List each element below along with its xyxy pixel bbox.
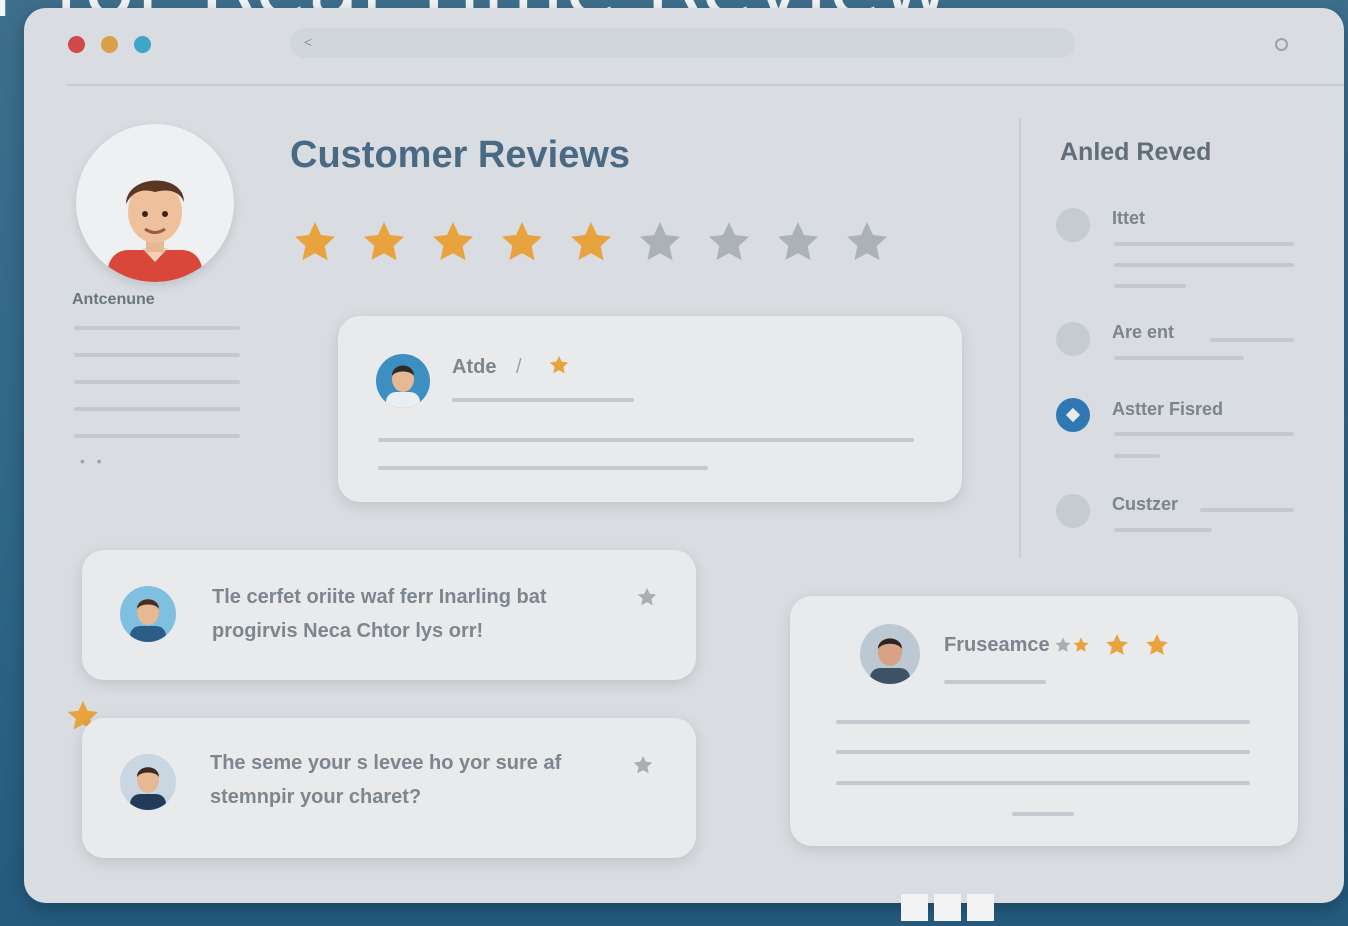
window-controls <box>68 36 151 53</box>
name-separator: / <box>516 356 522 378</box>
star-icon <box>1146 634 1168 655</box>
review-card-1[interactable]: Tle cerfet oriite waf ferr Inarling bat … <box>82 550 696 680</box>
star-empty-icon[interactable] <box>842 218 892 266</box>
review-card-top[interactable]: Atde / <box>338 316 962 502</box>
card-line <box>836 781 1250 785</box>
reviewer-name: Fruseamce <box>944 634 1050 656</box>
star-icon[interactable] <box>632 754 654 776</box>
review-card-2[interactable]: The seme your s levee ho yor sure af ste… <box>82 718 696 858</box>
sidebar-line <box>1114 454 1160 458</box>
profile-line-4 <box>74 407 240 411</box>
star-filled-icon[interactable] <box>428 218 478 266</box>
logo-mark-icon <box>967 894 994 921</box>
reviewer-name: Atde <box>452 356 497 378</box>
star-filled-icon[interactable] <box>497 218 547 266</box>
card-line <box>378 438 914 442</box>
card-line <box>378 466 708 470</box>
sidebar-item-label: Astter Fisred <box>1112 399 1224 419</box>
star-icon[interactable] <box>636 586 658 608</box>
review-text: The seme your s levee ho yor sure af ste… <box>210 752 562 808</box>
star-icon <box>1106 634 1128 655</box>
sidebar-item-label: Custzer <box>1112 494 1179 514</box>
star-icon <box>1073 637 1089 652</box>
browser-window: < Antcenune • • Customer Reviews Atde / … <box>24 8 1344 903</box>
sidebar-line <box>1114 284 1186 288</box>
star-filled-icon[interactable] <box>566 218 616 266</box>
person-icon <box>386 365 420 408</box>
sidebar-item-label: Ittet <box>1112 208 1145 228</box>
star-empty-icon[interactable] <box>704 218 754 266</box>
sidebar-item-label: Are ent <box>1112 322 1175 342</box>
pagination-dots-icon[interactable]: • • <box>80 453 106 469</box>
profile-line-5 <box>74 434 240 438</box>
sidebar-item-icon[interactable] <box>1056 322 1090 356</box>
window-menu-icon[interactable] <box>1275 38 1288 51</box>
toolbar-divider <box>66 84 1344 86</box>
sidebar-divider <box>1019 118 1021 558</box>
star-filled-icon[interactable] <box>290 218 340 266</box>
sidebar-item-icon[interactable] <box>1056 208 1090 242</box>
profile-avatar[interactable] <box>76 124 234 282</box>
person-icon <box>108 180 202 282</box>
sidebar-line <box>1200 508 1294 512</box>
card-line <box>836 720 1250 724</box>
logo-mark-icon <box>934 894 961 921</box>
close-dot-icon[interactable] <box>68 36 85 53</box>
reviewer-avatar <box>120 754 176 810</box>
page-title: Customer Reviews <box>290 134 631 176</box>
maximize-dot-icon[interactable] <box>134 36 151 53</box>
reviewer-avatar <box>860 624 920 684</box>
review-text: Tle cerfet oriite waf ferr Inarling bat … <box>212 586 547 642</box>
profile-line-2 <box>74 353 240 357</box>
reviewer-avatar <box>120 586 176 642</box>
sidebar-item-active-icon[interactable] <box>1056 398 1090 432</box>
address-bar[interactable]: < <box>290 28 1075 58</box>
sidebar-line <box>1114 242 1294 246</box>
minimize-dot-icon[interactable] <box>101 36 118 53</box>
person-icon <box>130 767 166 810</box>
rating-stars[interactable] <box>290 218 892 266</box>
card-line <box>836 750 1250 754</box>
sidebar-line <box>1114 263 1294 267</box>
star-icon <box>1055 637 1071 652</box>
profile-line-1 <box>74 326 240 330</box>
reviewer-avatar <box>376 354 430 408</box>
sidebar-line <box>1114 528 1212 532</box>
star-empty-icon[interactable] <box>773 218 823 266</box>
person-icon <box>870 638 910 684</box>
profile-line-3 <box>74 380 240 384</box>
sidebar-line <box>1210 338 1294 342</box>
profile-name: Antcenune <box>72 291 155 308</box>
card-line <box>1012 812 1074 816</box>
logo-mark-icon <box>901 894 928 921</box>
back-chevron-icon[interactable]: < <box>304 34 312 50</box>
person-icon <box>130 599 166 642</box>
sidebar-item-icon[interactable] <box>1056 494 1090 528</box>
card-line <box>944 680 1046 684</box>
sidebar-title: Anled Reved <box>1060 138 1212 166</box>
sidebar-line <box>1114 432 1294 436</box>
review-card-right[interactable]: Fruseamce <box>790 596 1298 846</box>
card-line <box>452 398 634 402</box>
sidebar-line <box>1114 356 1244 360</box>
star-empty-icon[interactable] <box>635 218 685 266</box>
star-filled-icon[interactable] <box>359 218 409 266</box>
star-icon <box>549 355 569 374</box>
